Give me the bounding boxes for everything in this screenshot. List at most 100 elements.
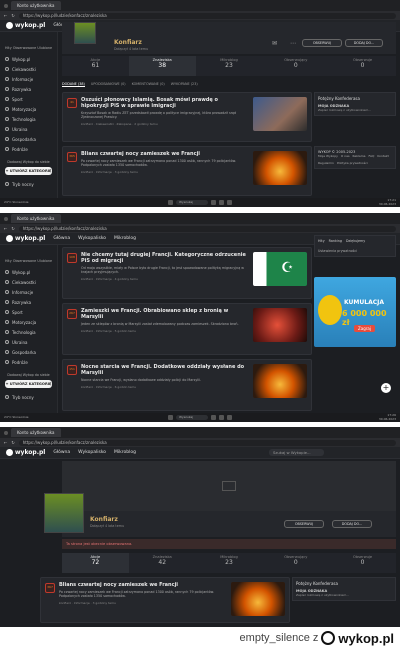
nav-mikroblog[interactable]: Mikroblog [114, 450, 136, 455]
sidebar-item-sport[interactable]: Sport [5, 94, 52, 104]
taskbar-search[interactable]: Wyszukaj [176, 415, 208, 420]
sidebar-item-sport[interactable]: Sport [5, 307, 52, 317]
tab-dodane[interactable]: DODANE (38) [62, 82, 85, 87]
link-thumbnail[interactable] [253, 151, 307, 185]
ad-play-button[interactable]: Zagraj [354, 325, 375, 332]
add-to-button[interactable]: DODAJ DO... [332, 520, 372, 528]
site-logo[interactable]: wykop.pl [6, 22, 45, 29]
stat-akcje[interactable]: Akcje 72 [62, 553, 129, 573]
reload-icon[interactable]: ↻ [11, 13, 14, 18]
url-field[interactable]: https://wykop.pl/ludzie/konfacz/znalezis… [18, 225, 396, 232]
nav-wykopalisko[interactable]: Wykopalisko [78, 236, 106, 241]
vote-count[interactable]: 41 [67, 98, 77, 108]
footer-link[interactable]: Polityka prywatności [337, 161, 368, 165]
back-icon[interactable]: ← [4, 13, 7, 18]
add-plus-button[interactable]: + [381, 383, 391, 393]
stat-akcje[interactable]: Akcje 61 [62, 56, 129, 76]
ranking-link[interactable]: Ranking [329, 239, 342, 243]
reload-icon[interactable]: ↻ [11, 226, 14, 231]
nav-mikroblog[interactable]: Mikroblog [114, 236, 136, 241]
vote-count[interactable]: 267 [67, 309, 77, 319]
list-item[interactable]: 108 Nie chcemy tutaj drugiej Francji. Ka… [62, 247, 312, 299]
weather-widget[interactable]: 24°C Słonecznie [4, 200, 29, 205]
sidebar-item-wykop[interactable]: Wykop.pl [5, 267, 52, 277]
sidebar-item-technologia[interactable]: Technologia [5, 327, 52, 337]
footer-link[interactable]: Moje Wykopy [318, 154, 338, 158]
sidebar-item-rozrywka[interactable]: Rozrywka [5, 84, 52, 94]
link-thumbnail[interactable] [231, 582, 285, 616]
sidebar-item-gospodarka[interactable]: Gospodarka [5, 347, 52, 357]
stat-obserwujacy[interactable]: Obserwujący 0 [262, 56, 329, 76]
vote-count[interactable]: 365 [67, 152, 77, 162]
app-icon[interactable] [211, 200, 216, 205]
sidebar-item-wykop[interactable]: Wykop.pl [5, 54, 52, 64]
weather-widget[interactable]: 24°C Słonecznie [4, 415, 29, 420]
lotto-ad[interactable]: KUMULACJA 6 000 000 zł Zagraj [314, 277, 396, 347]
search-input[interactable]: Szukaj w Wykopie... [269, 449, 324, 456]
browser-icon[interactable] [227, 200, 232, 205]
browser-icon[interactable] [227, 415, 232, 420]
stat-obserwuje[interactable]: Obserwuje 0 [329, 553, 396, 573]
create-category-button[interactable]: + UTWÓRZ KATEGORIĘ [5, 380, 52, 388]
list-item[interactable]: 151 Nocne starcia we Francji. Dodatkowe … [62, 359, 312, 411]
link-thumbnail[interactable] [253, 308, 307, 342]
sidebar-ulubione[interactable]: Ulubione [37, 259, 52, 263]
back-icon[interactable]: ← [4, 440, 7, 445]
sidebar-item-informacje[interactable]: Informacje [5, 287, 52, 297]
url-field[interactable]: https://wykop.pl/ludzie/konfacz/znalezis… [18, 439, 396, 446]
link-thumbnail[interactable] [253, 364, 307, 398]
site-logo[interactable]: wykop.pl [6, 449, 45, 456]
footer-link[interactable]: FAQ [369, 154, 375, 158]
start-icon[interactable] [168, 415, 173, 420]
observe-button[interactable]: OBSERWUJ [302, 39, 342, 47]
link-thumbnail[interactable] [253, 97, 307, 131]
list-item[interactable]: 41 Oszuści płonowcy Islamią. Bosak mówi … [62, 92, 312, 142]
link-title[interactable]: Zamieszki we Francji. Obrabiowano sklep … [81, 308, 247, 320]
sidebar-obserwowane[interactable]: Obserwowane [13, 259, 36, 263]
back-icon[interactable]: ← [4, 226, 7, 231]
stat-mikroblog[interactable]: Mikroblog 23 [196, 553, 263, 573]
sidebar-item-rozrywka[interactable]: Rozrywka [5, 297, 52, 307]
link-thumbnail[interactable]: ☪ [253, 252, 307, 286]
app-icon[interactable] [211, 415, 216, 420]
tab-wykopane[interactable]: WYKOPANE (23) [171, 82, 198, 87]
more-icon[interactable]: ⋯ [290, 40, 296, 47]
sidebar-item-gospodarka[interactable]: Gospodarka [5, 134, 52, 144]
sidebar-ulubione[interactable]: Ulubione [37, 46, 52, 50]
sidebar-obserwowane[interactable]: Obserwowane [13, 46, 36, 50]
stat-obserwuje[interactable]: Obserwuje 0 [329, 56, 396, 76]
sidebar-item-ukraina[interactable]: Ukraina [5, 124, 52, 134]
taskbar-search[interactable]: Wyszukaj [176, 200, 208, 205]
tab-komentowane[interactable]: KOMENTOWANE (0) [132, 82, 165, 87]
stat-obserwujacy[interactable]: Obserwujący 0 [262, 553, 329, 573]
sidebar-item-informacje[interactable]: Informacje [5, 74, 52, 84]
browser-tab[interactable]: Konto użytkownika [11, 428, 61, 437]
dark-mode-toggle[interactable]: Tryb nocny [5, 392, 52, 402]
footer-link[interactable]: O nas [341, 154, 350, 158]
link-title[interactable]: Nocne starcia we Francji. Dodatkowe oddz… [81, 364, 247, 376]
ranking-link[interactable]: Dziękujemy [346, 239, 365, 243]
sidebar-item-ciekawostki[interactable]: Ciekawostki [5, 64, 52, 74]
bell-icon[interactable]: ✉ [272, 40, 277, 47]
list-item[interactable]: 365 Blians czwartej nocy zamieszek we Fr… [62, 146, 312, 196]
link-title[interactable]: Oszuści płonowcy Islamią. Bosak mówi pra… [81, 97, 247, 109]
stat-mikroblog[interactable]: Mikroblog 23 [196, 56, 263, 76]
list-item[interactable]: 267 Zamieszki we Francji. Obrabiowano sk… [62, 303, 312, 355]
link-title[interactable]: Blians czwartej nocy zamieszek we Francj… [81, 151, 247, 157]
footer-link[interactable]: Kontakt [377, 154, 388, 158]
stat-znaleziska[interactable]: Znaleziska 42 [129, 553, 196, 573]
sidebar-hity[interactable]: Hity [5, 259, 12, 263]
reload-icon[interactable]: ↻ [11, 440, 14, 445]
vote-count[interactable]: 151 [67, 365, 77, 375]
browser-tab[interactable]: Konto użytkownika [11, 1, 61, 10]
observe-button[interactable]: OBSERWUJ [284, 520, 324, 528]
url-field[interactable]: https://wykop.pl/ludzie/konfacz/znalezis… [18, 12, 396, 19]
app-icon[interactable] [219, 200, 224, 205]
sidebar-hity[interactable]: Hity [5, 46, 12, 50]
site-logo[interactable]: wykop.pl [6, 235, 45, 242]
nav-wykopalisko[interactable]: Wykopalisko [78, 450, 106, 455]
start-icon[interactable] [168, 200, 173, 205]
sidebar-item-ciekawostki[interactable]: Ciekawostki [5, 277, 52, 287]
stat-znaleziska[interactable]: Znaleziska 38 [128, 56, 196, 76]
app-icon[interactable] [219, 415, 224, 420]
